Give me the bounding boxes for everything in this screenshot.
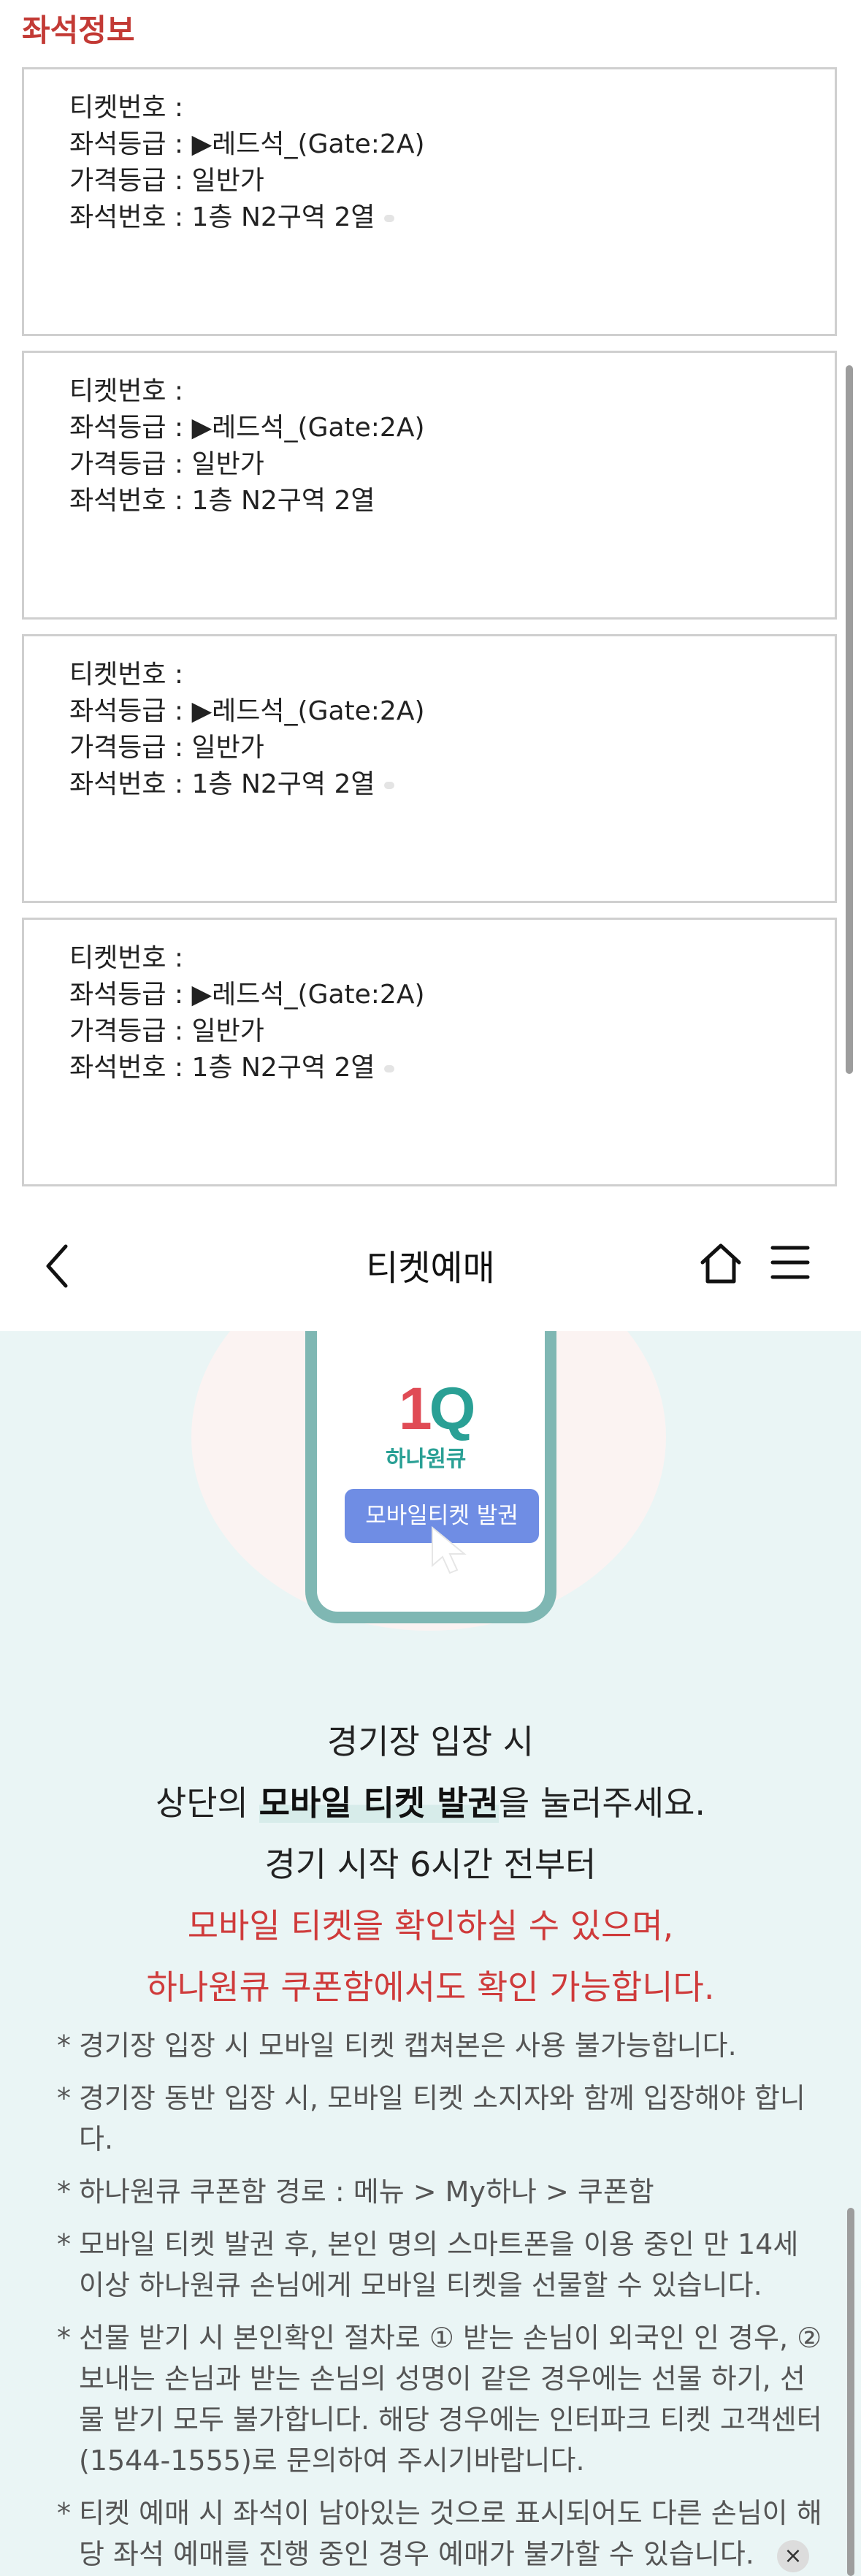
- ticket-guide-content: 1Q 하나원큐 모바일티켓 발권 경기장 입장 시 상단의 모바일 티켓 발권을…: [0, 1331, 861, 2576]
- phone-illustration: 1Q 하나원큐 모바일티켓 발권: [305, 1331, 556, 1623]
- guide-line: 경기장 입장 시: [326, 1722, 535, 1761]
- scrollbar[interactable]: [847, 2208, 854, 2576]
- logo-text: 하나원큐: [386, 1447, 467, 1472]
- seat-number: 좌석번호 : 1층 N2구역 2열: [69, 199, 425, 236]
- hana-1q-logo: 1Q: [399, 1375, 475, 1444]
- seat-grade: 좌석등급 : ▶레드석_(Gate:2A): [69, 696, 425, 726]
- highlight-text: 모바일 티켓 발권: [259, 1783, 499, 1823]
- price-grade: 가격등급 : 일반가: [69, 733, 264, 763]
- redacted-mark: [383, 782, 394, 789]
- price-grade: 가격등급 : 일반가: [69, 1016, 264, 1046]
- ticket-number: 티켓번호 :: [69, 660, 184, 690]
- notice-item: * 모바일 티켓 발권 후, 본인 명의 스마트폰을 이용 중인 만 14세 이상…: [57, 2228, 799, 2301]
- guide-line-red: 하나원큐 쿠폰함에서도 확인 가능합니다.: [146, 1967, 715, 2007]
- seat-number: 좌석번호 : 1층 N2구역 2열: [69, 1050, 425, 1086]
- redacted-mark: [383, 1065, 394, 1072]
- guide-main-text: 경기장 입장 시 상단의 모바일 티켓 발권을 눌러주세요. 경기 시작 6시간…: [0, 1711, 861, 2018]
- seat-number: 좌석번호 : 1층 N2구역 2열: [69, 486, 375, 516]
- notice-item: * 경기장 동반 입장 시, 모바일 티켓 소지자와 함께 입장해야 합니다.: [57, 2082, 805, 2155]
- price-grade: 가격등급 : 일반가: [69, 449, 264, 479]
- section-title: 좌석정보: [22, 12, 135, 48]
- seat-grade: 좌석등급 : ▶레드석_(Gate:2A): [69, 980, 425, 1010]
- hamburger-menu-icon[interactable]: [770, 1242, 811, 1286]
- scrollbar[interactable]: [846, 365, 853, 1074]
- ticket-number: 티켓번호 :: [69, 93, 184, 123]
- guide-line: 경기 시작 6시간 전부터: [264, 1845, 597, 1884]
- ticket-card: 티켓번호 : 좌석등급 : ▶레드석_(Gate:2A) 가격등급 : 일반가 …: [22, 634, 837, 903]
- notice-item: * 하나원큐 쿠폰함 경로 : 메뉴 > My하나 > 쿠폰함: [57, 2176, 654, 2208]
- seat-grade: 좌석등급 : ▶레드석_(Gate:2A): [69, 413, 425, 443]
- seat-grade: 좌석등급 : ▶레드석_(Gate:2A): [69, 129, 425, 159]
- pointer-cursor-icon: [426, 1525, 470, 1579]
- guide-line: 상단의 모바일 티켓 발권을 눌러주세요.: [155, 1783, 706, 1823]
- logo-mark: 1Q: [399, 1376, 475, 1442]
- notice-item: * 티켓 예매 시 좌석이 남아있는 것으로 표시되어도 다른 손님이 해당 좌석…: [57, 2497, 822, 2570]
- ticket-number: 티켓번호 :: [69, 376, 184, 406]
- seat-number: 좌석번호 : 1층 N2구역 2열: [69, 766, 425, 803]
- notice-item: * 선물 받기 시 본인확인 절차로 ① 받는 손님이 외국인 인 경우, ② 보…: [57, 2322, 822, 2477]
- close-icon[interactable]: ×: [777, 2540, 809, 2572]
- ticket-card: 티켓번호 : 좌석등급 : ▶레드석_(Gate:2A) 가격등급 : 일반가 …: [22, 918, 837, 1186]
- ticket-card: 티켓번호 : 좌석등급 : ▶레드석_(Gate:2A) 가격등급 : 일반가 …: [22, 67, 837, 336]
- notice-list: * 경기장 입장 시 모바일 티켓 캡쳐본은 사용 불가능합니다. * 경기장 동반…: [57, 2025, 824, 2576]
- ticket-number: 티켓번호 :: [69, 943, 184, 973]
- redacted-mark: [383, 215, 394, 222]
- guide-line-red: 모바일 티켓을 확인하실 수 있으며,: [187, 1906, 674, 1946]
- top-nav-bar: 티켓예매: [0, 1191, 861, 1333]
- seat-info-screen: 좌석정보 티켓번호 : 좌석등급 : ▶레드석_(Gate:2A) 가격등급 :…: [0, 0, 861, 1191]
- home-icon[interactable]: [698, 1241, 743, 1289]
- price-grade: 가격등급 : 일반가: [69, 166, 264, 196]
- ticket-card: 티켓번호 : 좌석등급 : ▶레드석_(Gate:2A) 가격등급 : 일반가 …: [22, 351, 837, 620]
- notice-item: * 경기장 입장 시 모바일 티켓 캡쳐본은 사용 불가능합니다.: [57, 2030, 737, 2062]
